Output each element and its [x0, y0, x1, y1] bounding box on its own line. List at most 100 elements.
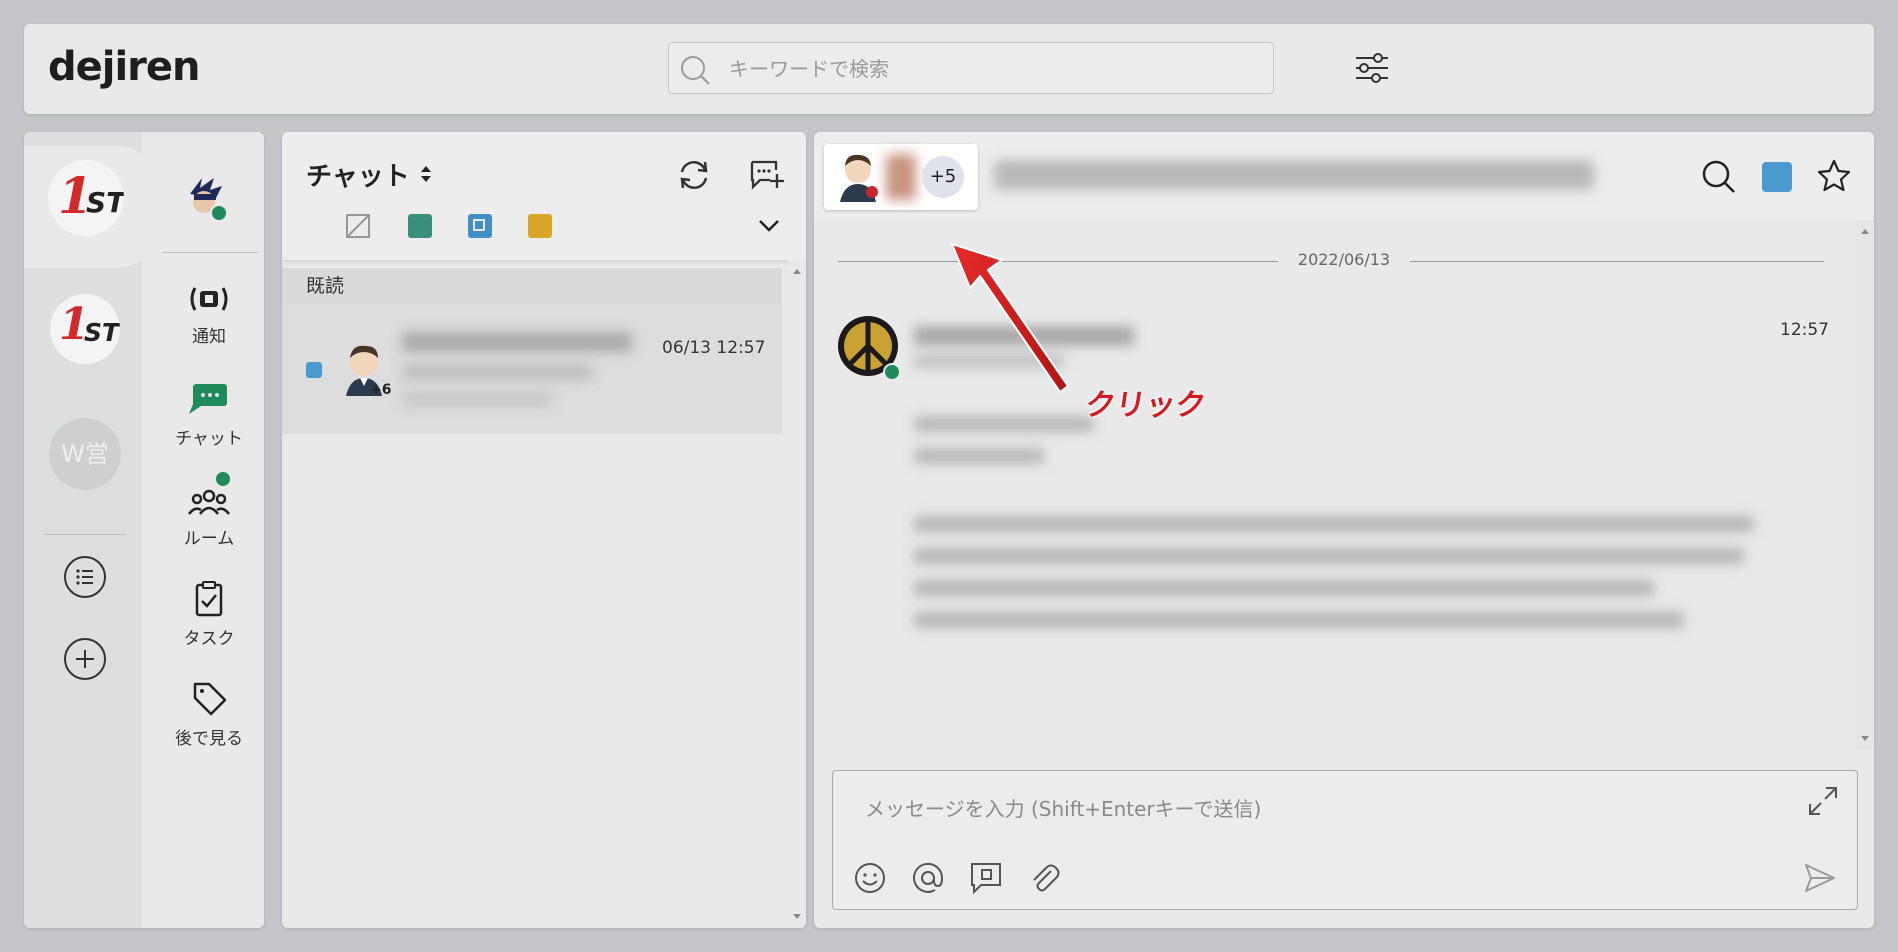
room-badge-dot	[214, 470, 232, 488]
announce-button[interactable]	[969, 861, 1003, 899]
message-line-2	[914, 448, 1044, 464]
more-members-count: +5	[922, 156, 964, 198]
favorite-button[interactable]	[1816, 158, 1852, 198]
nav-chat-label: チャット	[175, 429, 243, 449]
peace-avatar-icon	[838, 316, 901, 381]
chat-preview-blurred-2	[402, 392, 552, 406]
expand-filter-button[interactable]	[758, 218, 780, 238]
expand-icon	[1809, 787, 1837, 815]
search-filter-button[interactable]	[1354, 50, 1390, 90]
filter-green-button[interactable]	[408, 214, 432, 238]
filter-blue-button[interactable]	[468, 214, 492, 238]
chat-list-header: チャット	[282, 132, 806, 260]
star-icon	[1817, 159, 1851, 192]
nav-room-label: ルーム	[183, 529, 235, 549]
click-annotation-label: クリック	[1083, 388, 1208, 423]
scrollbar-arrows	[793, 269, 801, 919]
message-line-5	[914, 580, 1654, 596]
expand-composer-button[interactable]	[1807, 785, 1839, 821]
notification-icon	[190, 287, 228, 311]
chat-icon	[189, 384, 227, 414]
member-count-badge: +6	[370, 382, 392, 398]
app-logo[interactable]: dejiren	[48, 44, 201, 90]
nav-watch-later[interactable]: 後で見る	[154, 680, 264, 749]
emoji-button[interactable]	[853, 861, 887, 899]
paperclip-icon	[1033, 864, 1060, 892]
search-icon	[681, 56, 710, 85]
org-1st[interactable]: 1 ST	[50, 294, 120, 364]
left-rail: 1 ST 1 ST W営 通知 チャット ルーム タスク 後で見る	[24, 132, 264, 928]
read-section-label: 既読	[282, 268, 782, 304]
member-avatar-2-blurred	[886, 154, 916, 200]
message-line-4	[914, 548, 1744, 564]
nav-notification[interactable]: 通知	[154, 282, 264, 347]
org-list-button[interactable]	[64, 556, 106, 598]
smiley-icon	[855, 863, 885, 893]
org-divider	[44, 534, 126, 535]
organization-column: 1 ST 1 ST W営	[24, 132, 174, 928]
mention-button[interactable]	[911, 861, 945, 899]
nav-notification-label: 通知	[192, 327, 226, 347]
filter-none-button[interactable]	[344, 212, 372, 244]
chat-list-title[interactable]: チャット	[306, 156, 433, 193]
message-input[interactable]	[863, 791, 1767, 831]
chevron-down-icon	[759, 220, 779, 232]
refresh-icon	[680, 161, 708, 189]
chat-search-button[interactable]	[1700, 158, 1736, 198]
annotation-arrow	[951, 243, 1069, 393]
new-chat-icon	[750, 160, 784, 190]
list-icon	[76, 569, 93, 585]
scrollbar-arrows	[1861, 229, 1869, 741]
search-input[interactable]	[727, 53, 1251, 85]
plus-icon	[76, 650, 94, 668]
bookmark-tag-icon	[193, 682, 227, 716]
send-icon	[1805, 864, 1835, 892]
attach-button[interactable]	[1027, 861, 1061, 899]
chat-color-tag	[306, 362, 322, 378]
message-composer	[832, 770, 1858, 910]
chat-list-scrollbar[interactable]	[788, 260, 806, 928]
message-time: 12:57	[1780, 320, 1829, 340]
online-status-dot	[210, 204, 228, 222]
message-scrollbar[interactable]	[1856, 220, 1874, 750]
member-avatar-1	[840, 154, 878, 202]
chat-pane-header: +5	[814, 132, 1874, 220]
nav-task[interactable]: タスク	[154, 580, 264, 649]
send-button[interactable]	[1803, 861, 1837, 899]
task-icon	[195, 581, 223, 617]
message-line-1	[914, 416, 1094, 432]
user-avatar[interactable]	[180, 174, 230, 228]
sliders-icon	[1356, 53, 1388, 83]
chat-row-avatar: +6	[342, 340, 392, 400]
at-sign-icon	[913, 862, 944, 893]
chat-list-panel: チャット 既読 +6 06/13 12:57	[282, 132, 806, 928]
message-sender-avatar	[836, 314, 904, 386]
top-bar: dejiren	[24, 24, 1874, 114]
date-separator: 2022/06/13	[1297, 250, 1391, 269]
nav-task-label: タスク	[183, 629, 235, 649]
chat-color-button[interactable]	[1762, 162, 1792, 192]
nav-room[interactable]: ルーム	[154, 470, 264, 549]
date-line-right	[1410, 261, 1824, 262]
chat-row-time: 06/13 12:57	[662, 338, 766, 358]
no-color-icon	[346, 214, 370, 238]
chat-title-text: チャット	[306, 162, 410, 192]
filter-yellow-button[interactable]	[528, 214, 552, 238]
sort-icon	[420, 166, 431, 182]
add-org-button[interactable]	[64, 638, 106, 680]
org-1st-active[interactable]: 1 ST	[48, 160, 124, 236]
search-box[interactable]	[668, 42, 1274, 94]
org-w[interactable]: W営	[49, 418, 121, 490]
chat-preview-blurred	[402, 364, 592, 380]
chat-title-blurred	[994, 160, 1594, 190]
chat-name-blurred	[402, 332, 632, 352]
new-chat-button[interactable]	[748, 158, 784, 196]
nav-column: 通知 チャット ルーム タスク 後で見る	[154, 132, 264, 928]
nav-chat[interactable]: チャット	[154, 382, 264, 449]
refresh-button[interactable]	[676, 158, 712, 196]
message-line-6	[914, 612, 1684, 628]
members-button[interactable]: +5	[824, 144, 978, 210]
filter-selected-mark	[473, 219, 485, 231]
message-line-3	[914, 516, 1754, 532]
chat-list-row[interactable]: +6 06/13 12:57	[282, 304, 782, 434]
